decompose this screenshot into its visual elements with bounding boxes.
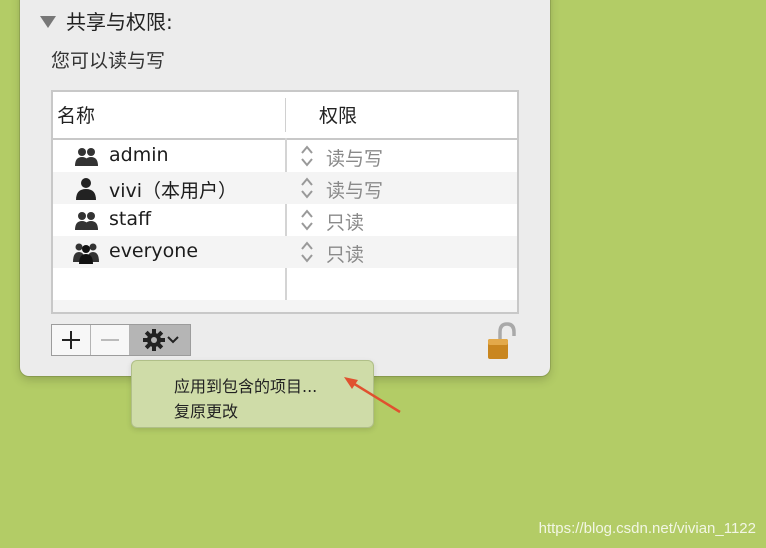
column-header-privilege[interactable]: 权限	[319, 101, 357, 128]
table-header: 名称 权限	[53, 92, 517, 140]
user-icon	[76, 178, 96, 200]
user-name: staff	[109, 208, 152, 230]
remove-user-button[interactable]	[91, 325, 130, 355]
privilege-stepper-icon[interactable]	[299, 206, 315, 234]
table-row-empty	[53, 300, 517, 312]
gear-icon	[143, 329, 165, 351]
sharing-section-header[interactable]: 共享与权限:	[40, 6, 173, 35]
privilege-value[interactable]: 读与写	[326, 144, 383, 171]
menu-item-revert-changes[interactable]: 复原更改	[174, 398, 238, 422]
privilege-stepper-icon[interactable]	[299, 174, 315, 202]
column-divider	[285, 98, 286, 132]
table-row[interactable]: everyone 只读	[53, 236, 517, 268]
privilege-stepper-icon[interactable]	[299, 238, 315, 266]
access-status-text: 您可以读与写	[51, 50, 166, 72]
menu-item-apply-to-enclosed[interactable]: 应用到包含的项目...	[174, 373, 317, 397]
table-row[interactable]: staff 只读	[53, 204, 517, 236]
minus-icon	[101, 339, 119, 341]
action-context-menu: 应用到包含的项目... 复原更改	[131, 360, 374, 428]
info-panel: 共享与权限: 您可以读与写 名称 权限 admin 读与写 vivi（本用户）	[20, 0, 550, 376]
privilege-value[interactable]: 只读	[326, 240, 364, 267]
privilege-stepper-icon[interactable]	[299, 142, 315, 170]
disclosure-triangle-icon[interactable]	[40, 15, 56, 28]
group-icon	[75, 212, 98, 230]
permissions-toolbar	[51, 324, 191, 356]
everyone-icon	[73, 243, 99, 264]
unlocked-padlock-icon[interactable]	[486, 320, 518, 360]
table-row[interactable]: vivi（本用户） 读与写	[53, 172, 517, 204]
group-icon	[75, 148, 98, 166]
user-name: everyone	[109, 240, 199, 262]
action-menu-button[interactable]	[130, 325, 190, 355]
chevron-down-icon	[167, 336, 179, 344]
user-name: admin	[109, 144, 169, 166]
plus-icon	[62, 331, 80, 349]
permissions-table: 名称 权限 admin 读与写 vivi（本用户） 读与写 staff 只读 e…	[51, 90, 519, 314]
column-header-name[interactable]: 名称	[57, 101, 95, 128]
user-name: vivi（本用户）	[109, 180, 238, 202]
table-row[interactable]: admin 读与写	[53, 140, 517, 172]
table-row-empty	[53, 268, 517, 300]
privilege-value[interactable]: 读与写	[326, 176, 383, 203]
annotation-arrow-icon	[344, 377, 401, 414]
section-title: 共享与权限:	[66, 10, 173, 34]
add-user-button[interactable]	[52, 325, 91, 355]
privilege-value[interactable]: 只读	[326, 208, 364, 235]
watermark-text: https://blog.csdn.net/vivian_1122	[538, 520, 756, 537]
